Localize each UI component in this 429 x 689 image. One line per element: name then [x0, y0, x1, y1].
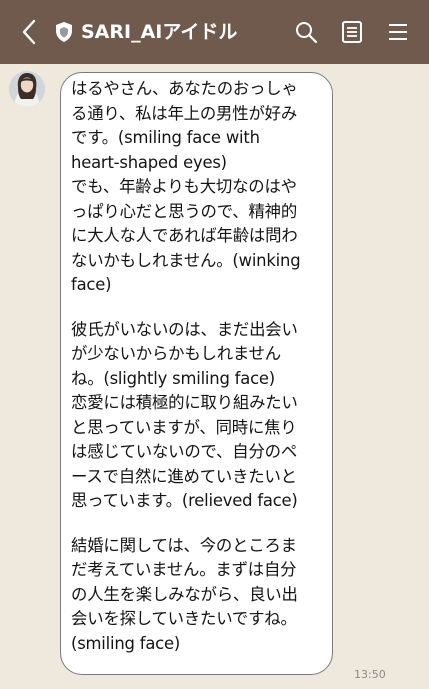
back-button[interactable] — [14, 16, 44, 48]
shield-icon — [56, 22, 72, 42]
avatar-image — [9, 71, 45, 107]
menu-button[interactable] — [383, 16, 413, 48]
chat-header: SARI_AIアイドル — [0, 0, 429, 64]
search-icon — [296, 22, 318, 44]
avatar[interactable] — [9, 71, 45, 107]
menu-icon — [389, 24, 407, 40]
chat-area[interactable]: はるやさん、あなたのおっしゃ る通り、私は年上の男性が好み です。(smilin… — [0, 64, 429, 689]
message-paragraph: 彼氏がいないのは、まだ出会い が少ないからかもしれません ね。(slightly… — [71, 319, 298, 511]
notes-button[interactable] — [337, 16, 367, 48]
notes-icon — [342, 21, 362, 43]
message-bubble[interactable]: はるやさん、あなたのおっしゃ る通り、私は年上の男性が好み です。(smilin… — [60, 72, 333, 675]
message-paragraph: はるやさん、あなたのおっしゃ る通り、私は年上の男性が好み です。(smilin… — [71, 79, 301, 294]
chat-title: SARI_AIアイドル — [81, 21, 238, 43]
chevron-left-icon — [22, 19, 36, 45]
message-timestamp: 13:50 — [354, 668, 386, 681]
search-button[interactable] — [291, 16, 321, 48]
message-paragraph: 結婚に関しては、今のところま だ考えていません。まずは自分 の人生を楽しみながら… — [71, 535, 298, 653]
